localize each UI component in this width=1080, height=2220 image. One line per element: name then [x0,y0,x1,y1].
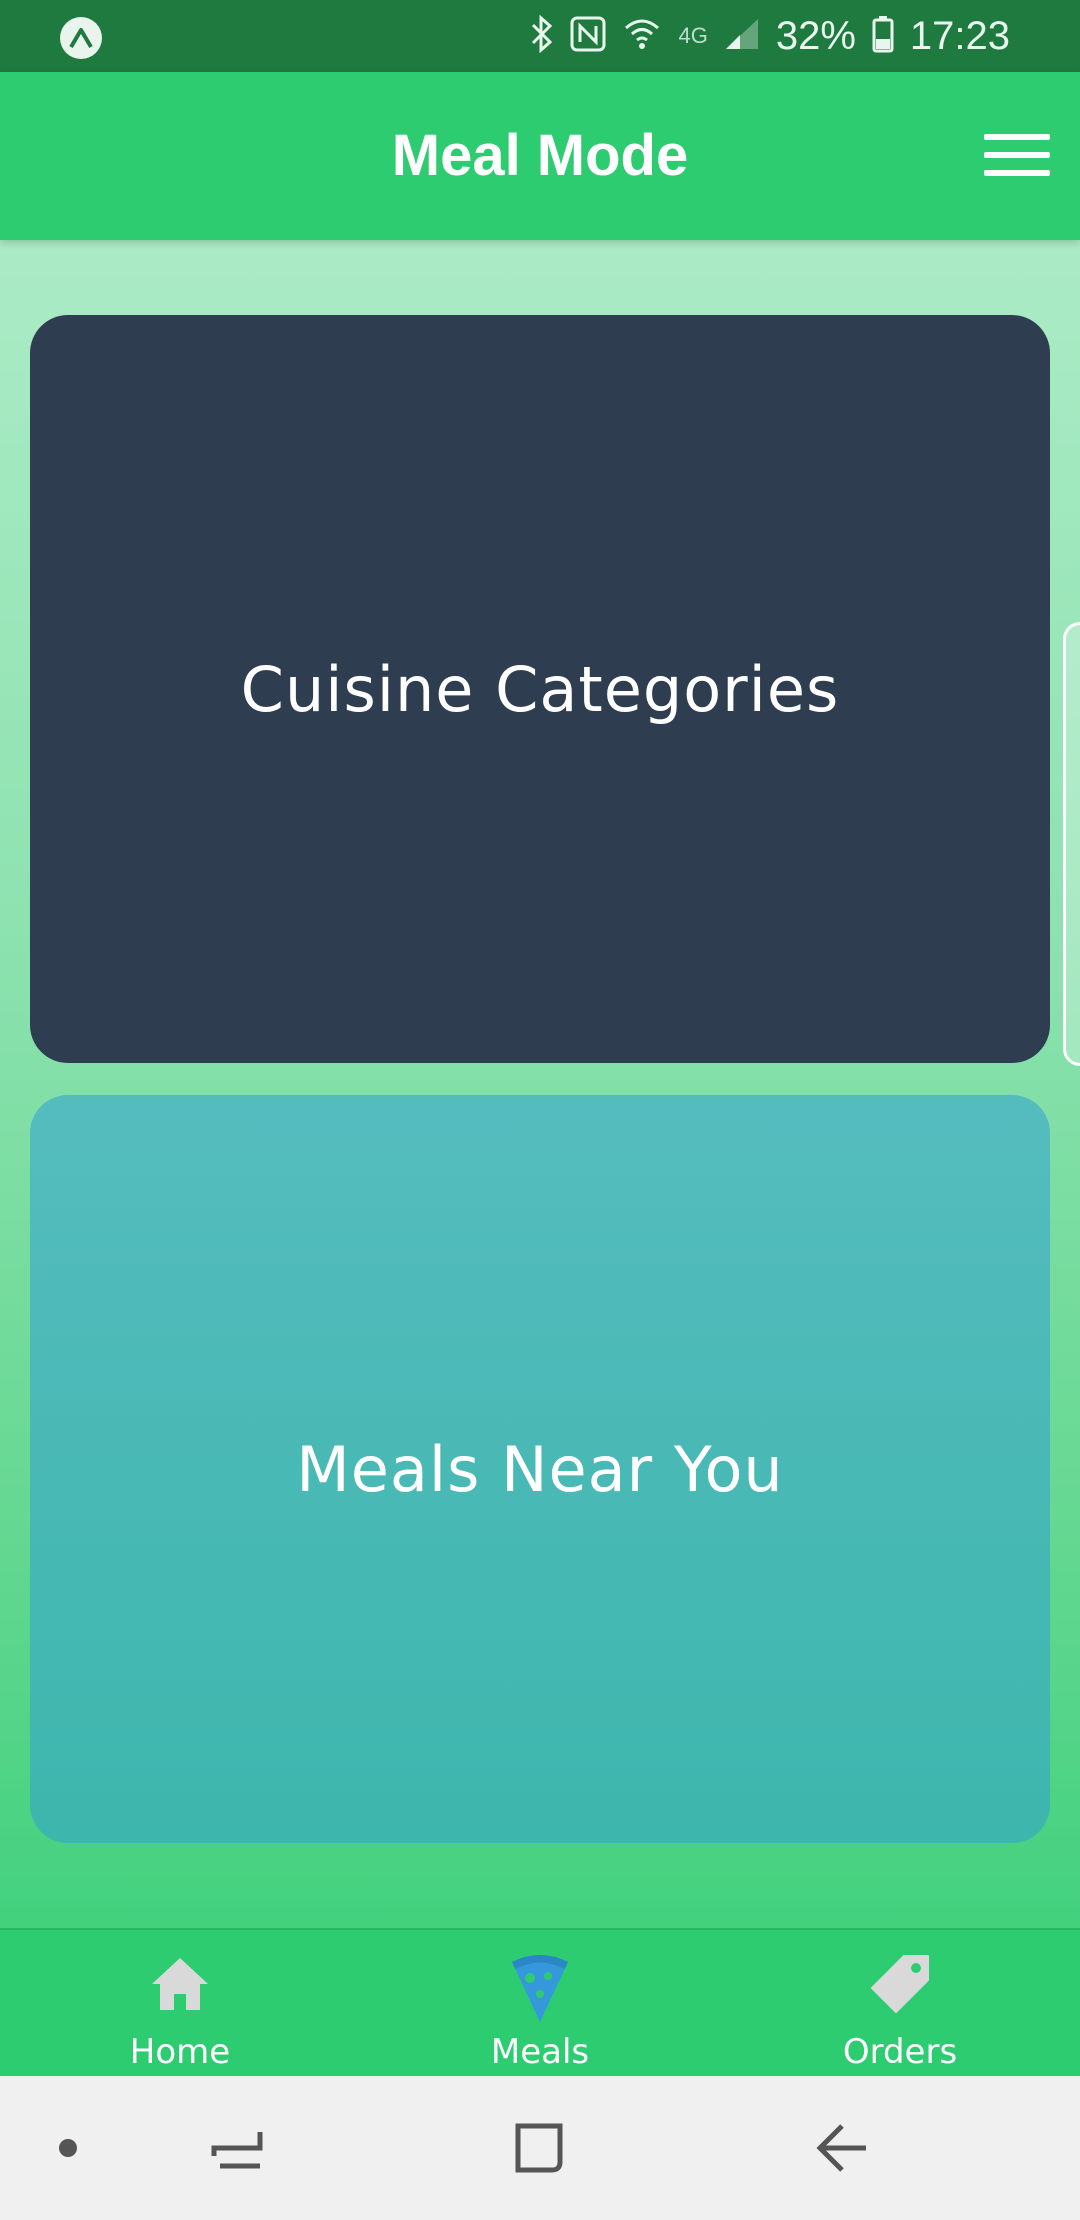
menu-line [984,170,1050,176]
bluetooth-icon [530,14,554,57]
hamburger-menu-icon[interactable] [984,134,1050,182]
menu-line [984,134,1050,140]
tab-meals[interactable]: Meals [360,1930,720,2076]
status-icons: 4G 32% 17:23 [530,0,1010,72]
bottom-tab-bar: Home Meals Orders [0,1928,1080,2076]
menu-line [984,152,1050,158]
wifi-icon [622,16,662,56]
pizza-icon [360,1952,720,2024]
tab-label: Home [129,2032,231,2072]
tab-home[interactable]: Home [0,1930,360,2076]
tag-icon [720,1952,1080,2024]
tab-orders[interactable]: Orders [720,1930,1080,2076]
network-type-label: 4G [678,23,708,48]
app-title: Meal Mode [391,123,689,188]
cuisine-categories-card[interactable]: Cuisine Categories [30,315,1050,1063]
tab-label: Meals [490,2032,590,2072]
clock: 17:23 [909,14,1010,58]
card-label: Cuisine Categories [240,652,840,726]
nfc-icon [570,16,606,56]
card-label: Meals Near You [296,1432,784,1506]
home-square-icon[interactable] [512,2116,568,2180]
back-icon[interactable] [814,2116,870,2180]
status-bar: 4G 32% 17:23 [0,0,1080,72]
main-content: Cuisine Categories Meals Near You [0,240,1080,1928]
system-nav-bar [0,2076,1080,2220]
battery-percent: 32% [775,14,856,58]
app-notification-icon [60,17,102,59]
home-icon [0,1952,360,2024]
dot-icon[interactable] [56,2116,80,2180]
meals-near-you-card[interactable]: Meals Near You [30,1095,1050,1843]
tab-label: Orders [842,2032,958,2072]
signal-icon [724,17,760,55]
recent-apps-icon[interactable] [210,2116,266,2180]
edge-panel-handle[interactable] [1063,622,1080,1066]
battery-icon [872,15,894,57]
app-bar: Meal Mode [0,72,1080,240]
